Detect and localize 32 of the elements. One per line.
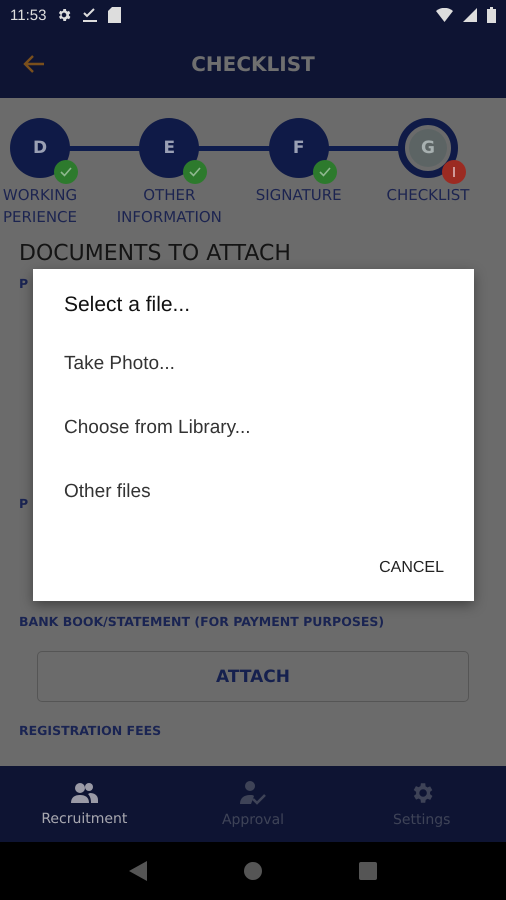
back-icon[interactable] (128, 861, 147, 881)
sd-card-icon (108, 7, 122, 23)
signal-icon (463, 8, 477, 22)
dialog-option[interactable]: Take Photo... (64, 353, 175, 375)
dialog-title: Select a file... (64, 293, 192, 317)
step-circle[interactable]: F (268, 118, 329, 178)
document-label: BANK BOOK/STATEMENT (FOR PAYMENT PURPOSES) (18, 614, 386, 629)
step-label: OTHER INFORMATION (116, 185, 222, 228)
people-icon (70, 781, 98, 805)
step-label: SIGNATURE (256, 185, 342, 206)
dialog-option[interactable]: Other files (64, 481, 151, 503)
person-check-icon (239, 780, 267, 806)
step-label: WORKING PERIENCE (2, 185, 78, 228)
battery-icon (487, 7, 496, 23)
cancel-button[interactable]: CANCEL (379, 555, 444, 581)
back-arrow-icon[interactable] (22, 54, 46, 74)
document-label: P (18, 496, 30, 513)
step-circle[interactable]: D (10, 118, 70, 178)
nav-tab[interactable]: Recruitment (0, 766, 169, 842)
check-icon (82, 7, 98, 23)
settings-icon (56, 7, 72, 23)
step-circle[interactable]: E (139, 118, 200, 178)
document-label: REGISTRATION FEES (18, 723, 162, 738)
dialog-option[interactable]: Choose from Library... (64, 417, 251, 439)
status-time: 11:53 (10, 6, 46, 24)
step-label: CHECKLIST (386, 185, 470, 206)
recents-icon[interactable] (359, 862, 378, 880)
wifi-icon (436, 8, 453, 22)
section-title: DOCUMENTS TO ATTACH (18, 240, 292, 268)
home-icon[interactable] (244, 862, 262, 880)
screen-title: CHECKLIST (190, 52, 316, 76)
document-label: P (18, 276, 30, 293)
